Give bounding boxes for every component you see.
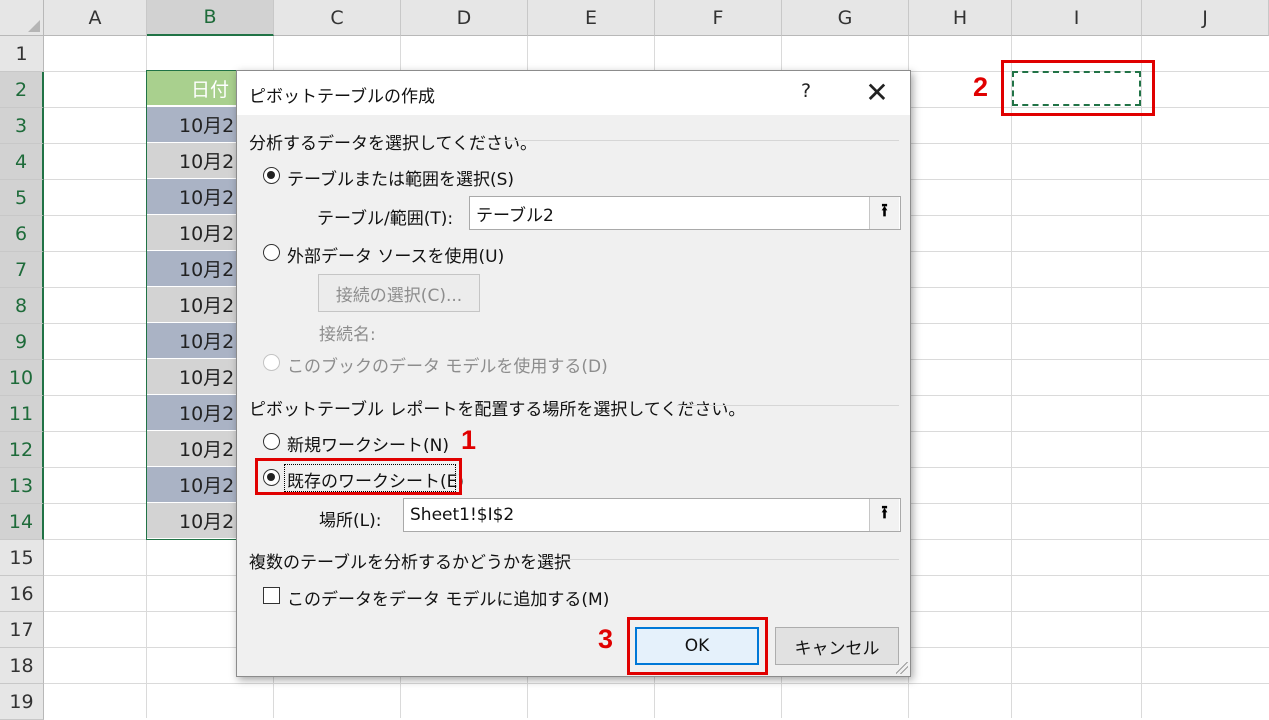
select-all-corner[interactable] [0, 0, 44, 36]
gridline [1011, 36, 1012, 718]
row-header-11[interactable]: 11 [0, 396, 44, 432]
gridline [1141, 36, 1142, 718]
row-header-18[interactable]: 18 [0, 648, 44, 684]
annotation-box-2 [1001, 60, 1155, 116]
annotation-number-1: 1 [461, 425, 477, 455]
radio-new-worksheet-label[interactable]: 新規ワークシート(N) [287, 431, 449, 456]
close-icon: ✕ [865, 75, 889, 109]
radio-table-or-range-label[interactable]: テーブルまたは範囲を選択(S) [287, 165, 514, 190]
annotation-number-3: 3 [598, 624, 614, 654]
dialog-title: ピボットテーブルの作成 [249, 87, 435, 107]
radio-external-source-label[interactable]: 外部データ ソースを使用(U) [287, 242, 504, 267]
column-header-g[interactable]: G [782, 0, 909, 36]
row-header-8[interactable]: 8 [0, 288, 44, 324]
row-header-6[interactable]: 6 [0, 216, 44, 252]
divider [547, 559, 899, 560]
location-value: Sheet1!$I$2 [410, 505, 515, 525]
row-header-14[interactable]: 14 [0, 504, 44, 540]
table-range-input[interactable]: テーブル2 [469, 196, 901, 230]
column-header-d[interactable]: D [401, 0, 528, 36]
annotation-box-1 [255, 458, 462, 495]
section-multiple-tables: 複数のテーブルを分析するかどうかを選択 [249, 553, 571, 573]
radio-table-or-range[interactable] [263, 167, 280, 184]
location-collapse-button[interactable]: ⭱ [869, 499, 899, 531]
dialog-titlebar[interactable]: ピボットテーブルの作成 ? ✕ [237, 71, 910, 115]
column-header-i[interactable]: I [1012, 0, 1142, 36]
close-button[interactable]: ✕ [859, 75, 895, 109]
column-header-f[interactable]: F [655, 0, 782, 36]
section-choose-location: ピボットテーブル レポートを配置する場所を選択してください。 [249, 400, 746, 420]
column-header-b[interactable]: B [147, 0, 274, 36]
column-header-e[interactable]: E [528, 0, 655, 36]
checkbox-add-to-data-model[interactable] [263, 587, 280, 604]
row-header-12[interactable]: 12 [0, 432, 44, 468]
section-choose-data: 分析するデータを選択してください。 [249, 134, 537, 154]
row-header-2[interactable]: 2 [0, 72, 44, 108]
location-input[interactable]: Sheet1!$I$2 [403, 498, 901, 532]
connection-name-label: 接続名: [319, 325, 376, 345]
annotation-number-2: 2 [973, 72, 989, 102]
gridline [44, 683, 1269, 684]
row-header-19[interactable]: 19 [0, 684, 44, 720]
column-header-h[interactable]: H [909, 0, 1012, 36]
radio-data-model-label[interactable]: このブックのデータ モデルを使用する(D) [287, 352, 608, 377]
resize-grip-icon[interactable] [896, 662, 908, 674]
table-range-label: テーブル/範囲(T): [317, 209, 454, 229]
divider [505, 140, 899, 141]
row-header-5[interactable]: 5 [0, 180, 44, 216]
radio-new-worksheet[interactable] [263, 433, 280, 450]
row-header-3[interactable]: 3 [0, 108, 44, 144]
range-select-icon: ⭱ [881, 200, 888, 221]
location-label: 場所(L): [319, 511, 382, 531]
row-header-13[interactable]: 13 [0, 468, 44, 504]
table-range-collapse-button[interactable]: ⭱ [869, 197, 899, 229]
checkbox-add-to-data-model-label[interactable]: このデータをデータ モデルに追加する(M) [287, 585, 609, 610]
radio-external-source[interactable] [263, 244, 280, 261]
annotation-box-3 [627, 617, 768, 675]
row-header-15[interactable]: 15 [0, 540, 44, 576]
row-header-10[interactable]: 10 [0, 360, 44, 396]
table-range-value: テーブル2 [476, 205, 554, 226]
range-select-icon: ⭱ [881, 502, 888, 523]
help-button[interactable]: ? [793, 80, 819, 102]
column-header-a[interactable]: A [44, 0, 147, 36]
row-header-4[interactable]: 4 [0, 144, 44, 180]
row-header-1[interactable]: 1 [0, 36, 44, 72]
radio-data-model[interactable] [263, 354, 280, 371]
divider [677, 405, 899, 406]
row-header-16[interactable]: 16 [0, 576, 44, 612]
choose-connection-button[interactable]: 接続の選択(C)... [318, 274, 480, 312]
row-header-7[interactable]: 7 [0, 252, 44, 288]
column-header-j[interactable]: J [1142, 0, 1269, 36]
create-pivottable-dialog: ピボットテーブルの作成 ? ✕ 分析するデータを選択してください。 テーブルまた… [236, 70, 911, 677]
cancel-button[interactable]: キャンセル [775, 627, 899, 665]
row-header-9[interactable]: 9 [0, 324, 44, 360]
row-header-17[interactable]: 17 [0, 612, 44, 648]
column-header-c[interactable]: C [274, 0, 401, 36]
